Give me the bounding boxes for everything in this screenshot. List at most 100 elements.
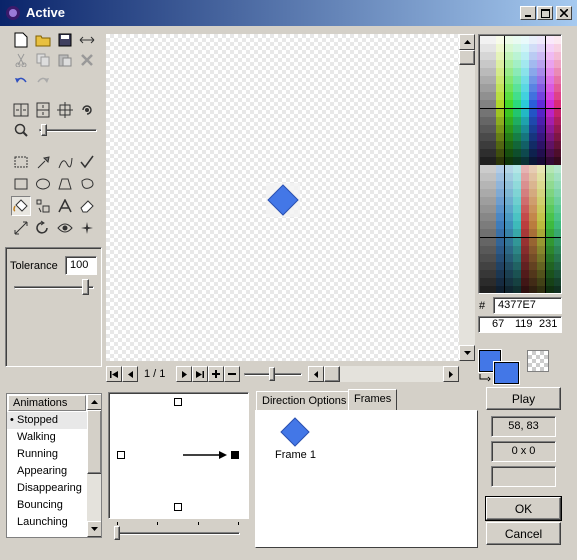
palette-color-cell[interactable]	[521, 164, 529, 173]
palette-color-cell[interactable]	[504, 197, 513, 206]
palette-color-cell[interactable]	[545, 108, 554, 117]
palette-color-cell[interactable]	[553, 108, 561, 117]
palette-color-cell[interactable]	[512, 44, 521, 53]
palette-color-cell[interactable]	[504, 164, 513, 173]
palette-color-cell[interactable]	[504, 148, 513, 157]
palette-color-cell[interactable]	[553, 269, 561, 278]
palette-color-cell[interactable]	[545, 213, 554, 222]
palette-color-cell[interactable]	[521, 181, 529, 190]
zoom-slider[interactable]	[39, 124, 97, 136]
palette-color-cell[interactable]	[529, 205, 538, 214]
palette-color-cell[interactable]	[496, 36, 505, 44]
palette-color-cell[interactable]	[504, 285, 513, 293]
rgb-input[interactable]: 67 119 231	[478, 316, 562, 333]
palette-color-cell[interactable]	[545, 60, 554, 69]
palette-color-cell[interactable]	[488, 285, 497, 293]
freeform-shape-tool[interactable]	[77, 174, 97, 194]
open-tool[interactable]	[33, 30, 53, 50]
palette-color-cell[interactable]	[529, 52, 538, 61]
palette-color-cell[interactable]	[537, 237, 546, 246]
palette-color-cell[interactable]	[545, 205, 554, 214]
palette-color-cell[interactable]	[512, 116, 521, 125]
palette-color-cell[interactable]	[512, 52, 521, 61]
palette-color-cell[interactable]	[553, 68, 561, 77]
palette-color-cell[interactable]	[537, 140, 546, 149]
sparkle-tool[interactable]	[77, 218, 97, 238]
palette-color-cell[interactable]	[529, 197, 538, 206]
flip-vertical-tool[interactable]	[33, 100, 53, 120]
scroll-thumb[interactable]	[459, 50, 475, 65]
scroll-left-button[interactable]	[308, 366, 324, 382]
animation-item-running[interactable]: Running	[7, 446, 87, 463]
palette-color-cell[interactable]	[488, 100, 497, 109]
palette-color-cell[interactable]	[512, 173, 521, 182]
palette-color-cell[interactable]	[504, 68, 513, 77]
palette-color-cell[interactable]	[496, 100, 505, 109]
palette-color-cell[interactable]	[512, 60, 521, 69]
selection-tool[interactable]	[11, 152, 31, 172]
palette-color-cell[interactable]	[488, 269, 497, 278]
animation-item-walking[interactable]: Walking	[7, 429, 87, 446]
tolerance-input[interactable]: 100	[65, 256, 97, 275]
palette-color-cell[interactable]	[529, 237, 538, 246]
palette-color-cell[interactable]	[529, 100, 538, 109]
hex-color-input[interactable]: 4377E7	[493, 297, 562, 314]
palette-color-cell[interactable]	[529, 213, 538, 222]
polygon-tool[interactable]	[55, 174, 75, 194]
palette-color-cell[interactable]	[521, 173, 529, 182]
zoom-slider-thumb[interactable]	[41, 124, 47, 136]
palette-color-cell[interactable]	[529, 189, 538, 198]
palette-color-cell[interactable]	[521, 76, 529, 85]
palette-color-cell[interactable]	[480, 205, 488, 214]
palette-color-cell[interactable]	[537, 124, 546, 133]
resize-tool[interactable]	[11, 218, 31, 238]
palette-color-cell[interactable]	[545, 140, 554, 149]
palette-color-cell[interactable]	[529, 76, 538, 85]
palette-color-cell[interactable]	[480, 68, 488, 77]
palette-color-cell[interactable]	[480, 229, 488, 238]
palette-color-cell[interactable]	[553, 245, 561, 254]
palette-color-cell[interactable]	[504, 245, 513, 254]
palette-color-cell[interactable]	[553, 181, 561, 190]
palette-color-cell[interactable]	[545, 148, 554, 157]
palette-color-cell[interactable]	[496, 237, 505, 246]
palette-color-cell[interactable]	[537, 100, 546, 109]
palette-color-cell[interactable]	[521, 221, 529, 230]
direction-handle-up[interactable]	[174, 398, 182, 406]
frame-1-thumbnail[interactable]	[279, 416, 311, 448]
add-frame-button[interactable]	[208, 366, 224, 382]
palette-color-cell[interactable]	[537, 173, 546, 182]
palette-color-cell[interactable]	[529, 36, 538, 44]
palette-color-cell[interactable]	[504, 253, 513, 262]
palette-color-cell[interactable]	[521, 277, 529, 286]
palette-color-cell[interactable]	[504, 181, 513, 190]
palette-color-cell[interactable]	[496, 261, 505, 270]
palette-color-cell[interactable]	[488, 156, 497, 165]
palette-color-cell[interactable]	[553, 229, 561, 238]
speed-slider-thumb[interactable]	[114, 526, 120, 540]
palette-color-cell[interactable]	[504, 36, 513, 44]
palette-color-cell[interactable]	[521, 213, 529, 222]
palette-color-cell[interactable]	[488, 164, 497, 173]
palette-color-cell[interactable]	[480, 60, 488, 69]
palette-color-cell[interactable]	[488, 60, 497, 69]
palette-color-cell[interactable]	[529, 261, 538, 270]
palette-color-cell[interactable]	[512, 205, 521, 214]
palette-color-cell[interactable]	[553, 36, 561, 44]
palette-color-cell[interactable]	[488, 197, 497, 206]
ok-button[interactable]: OK	[485, 496, 562, 521]
animation-item-launching[interactable]: Launching	[7, 514, 87, 531]
palette-color-cell[interactable]	[488, 92, 497, 101]
palette-color-cell[interactable]	[545, 197, 554, 206]
palette-color-cell[interactable]	[496, 245, 505, 254]
animations-scrollbar[interactable]	[87, 394, 101, 537]
palette-color-cell[interactable]	[529, 173, 538, 182]
palette-color-cell[interactable]	[488, 132, 497, 141]
palette-color-cell[interactable]	[545, 52, 554, 61]
palette-color-cell[interactable]	[512, 124, 521, 133]
palette-color-cell[interactable]	[496, 229, 505, 238]
resize-horizontal-tool[interactable]	[77, 30, 97, 50]
palette-color-cell[interactable]	[504, 189, 513, 198]
palette-color-cell[interactable]	[553, 261, 561, 270]
palette-color-cell[interactable]	[504, 205, 513, 214]
